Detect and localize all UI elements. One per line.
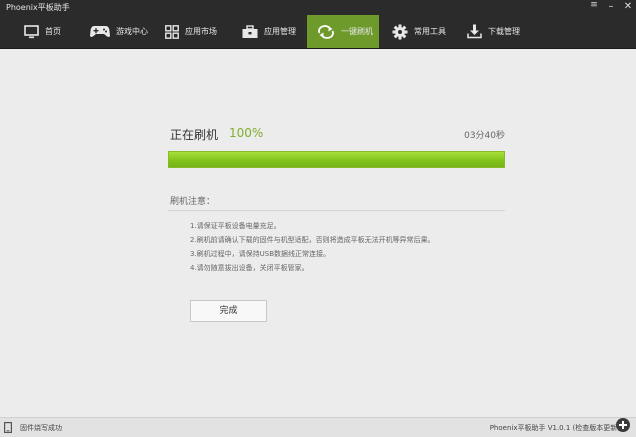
status-bar: 固件烧写成功 Phoenix平板助手 V1.0.1 (检查版本更新) — [0, 417, 636, 437]
finish-button[interactable]: 完成 — [190, 300, 267, 322]
version-info[interactable]: Phoenix平板助手 V1.0.1 (检查版本更新) — [490, 423, 620, 433]
app-title: Phoenix平板助手 — [6, 3, 70, 12]
note-item: 2.刷机前请确认下载的固件与机型适配，否则将造成平板无法开机等异常后果。 — [190, 236, 435, 244]
monitor-icon — [24, 24, 39, 38]
flash-progress-bar — [168, 151, 505, 168]
main-navigation: 首页 游戏中心 应用市场 应用管理 一键刷机 常用工具 下载管理 — [0, 15, 636, 49]
notes-heading: 刷机注意： — [170, 197, 216, 207]
note-item: 1.请保证平板设备电量充足。 — [190, 222, 281, 230]
flash-progress-fill — [169, 152, 504, 167]
refresh-icon — [318, 24, 334, 39]
nav-item-label: 应用管理 — [264, 27, 296, 36]
nav-item-one-click-flash[interactable]: 一键刷机 — [307, 15, 379, 48]
nav-item-label: 常用工具 — [414, 27, 446, 36]
nav-item-app-market[interactable]: 应用市场 — [165, 15, 217, 48]
toolbox-icon — [242, 24, 258, 38]
flash-status-title: 正在刷机 — [170, 128, 219, 142]
nav-item-common-tools[interactable]: 常用工具 — [392, 15, 446, 48]
note-item: 4.请勿随意拔出设备，关闭平板管家。 — [190, 264, 309, 272]
gear-icon — [392, 24, 408, 39]
minimize-button[interactable]: – — [603, 0, 619, 15]
notes-divider — [168, 210, 505, 211]
add-icon[interactable] — [615, 417, 631, 433]
nav-item-label: 游戏中心 — [116, 27, 148, 36]
notes-list: 1.请保证平板设备电量充足。 2.刷机前请确认下载的固件与机型适配，否则将造成平… — [190, 219, 435, 275]
nav-item-app-management[interactable]: 应用管理 — [242, 15, 296, 48]
grid-icon — [165, 24, 179, 39]
download-icon — [467, 24, 482, 39]
note-item: 3.刷机过程中，请保持USB数据线正常连接。 — [190, 250, 331, 258]
close-button[interactable]: ✕ — [620, 0, 636, 15]
title-bar: Phoenix平板助手 ≡ – ✕ — [0, 0, 636, 15]
nav-item-label: 首页 — [45, 27, 61, 36]
menu-button[interactable]: ≡ — [586, 0, 602, 15]
gamepad-icon — [90, 26, 110, 37]
tablet-icon — [4, 422, 12, 433]
elapsed-time: 03分40秒 — [464, 131, 505, 141]
status-message: 固件烧写成功 — [20, 424, 62, 432]
nav-item-label: 应用市场 — [185, 27, 217, 36]
flash-progress-percent: 100% — [229, 126, 264, 140]
nav-item-label: 一键刷机 — [341, 27, 373, 36]
nav-item-download-management[interactable]: 下载管理 — [467, 15, 520, 48]
nav-item-label: 下载管理 — [488, 27, 520, 36]
nav-item-home[interactable]: 首页 — [24, 15, 61, 48]
nav-item-game-center[interactable]: 游戏中心 — [90, 15, 148, 48]
